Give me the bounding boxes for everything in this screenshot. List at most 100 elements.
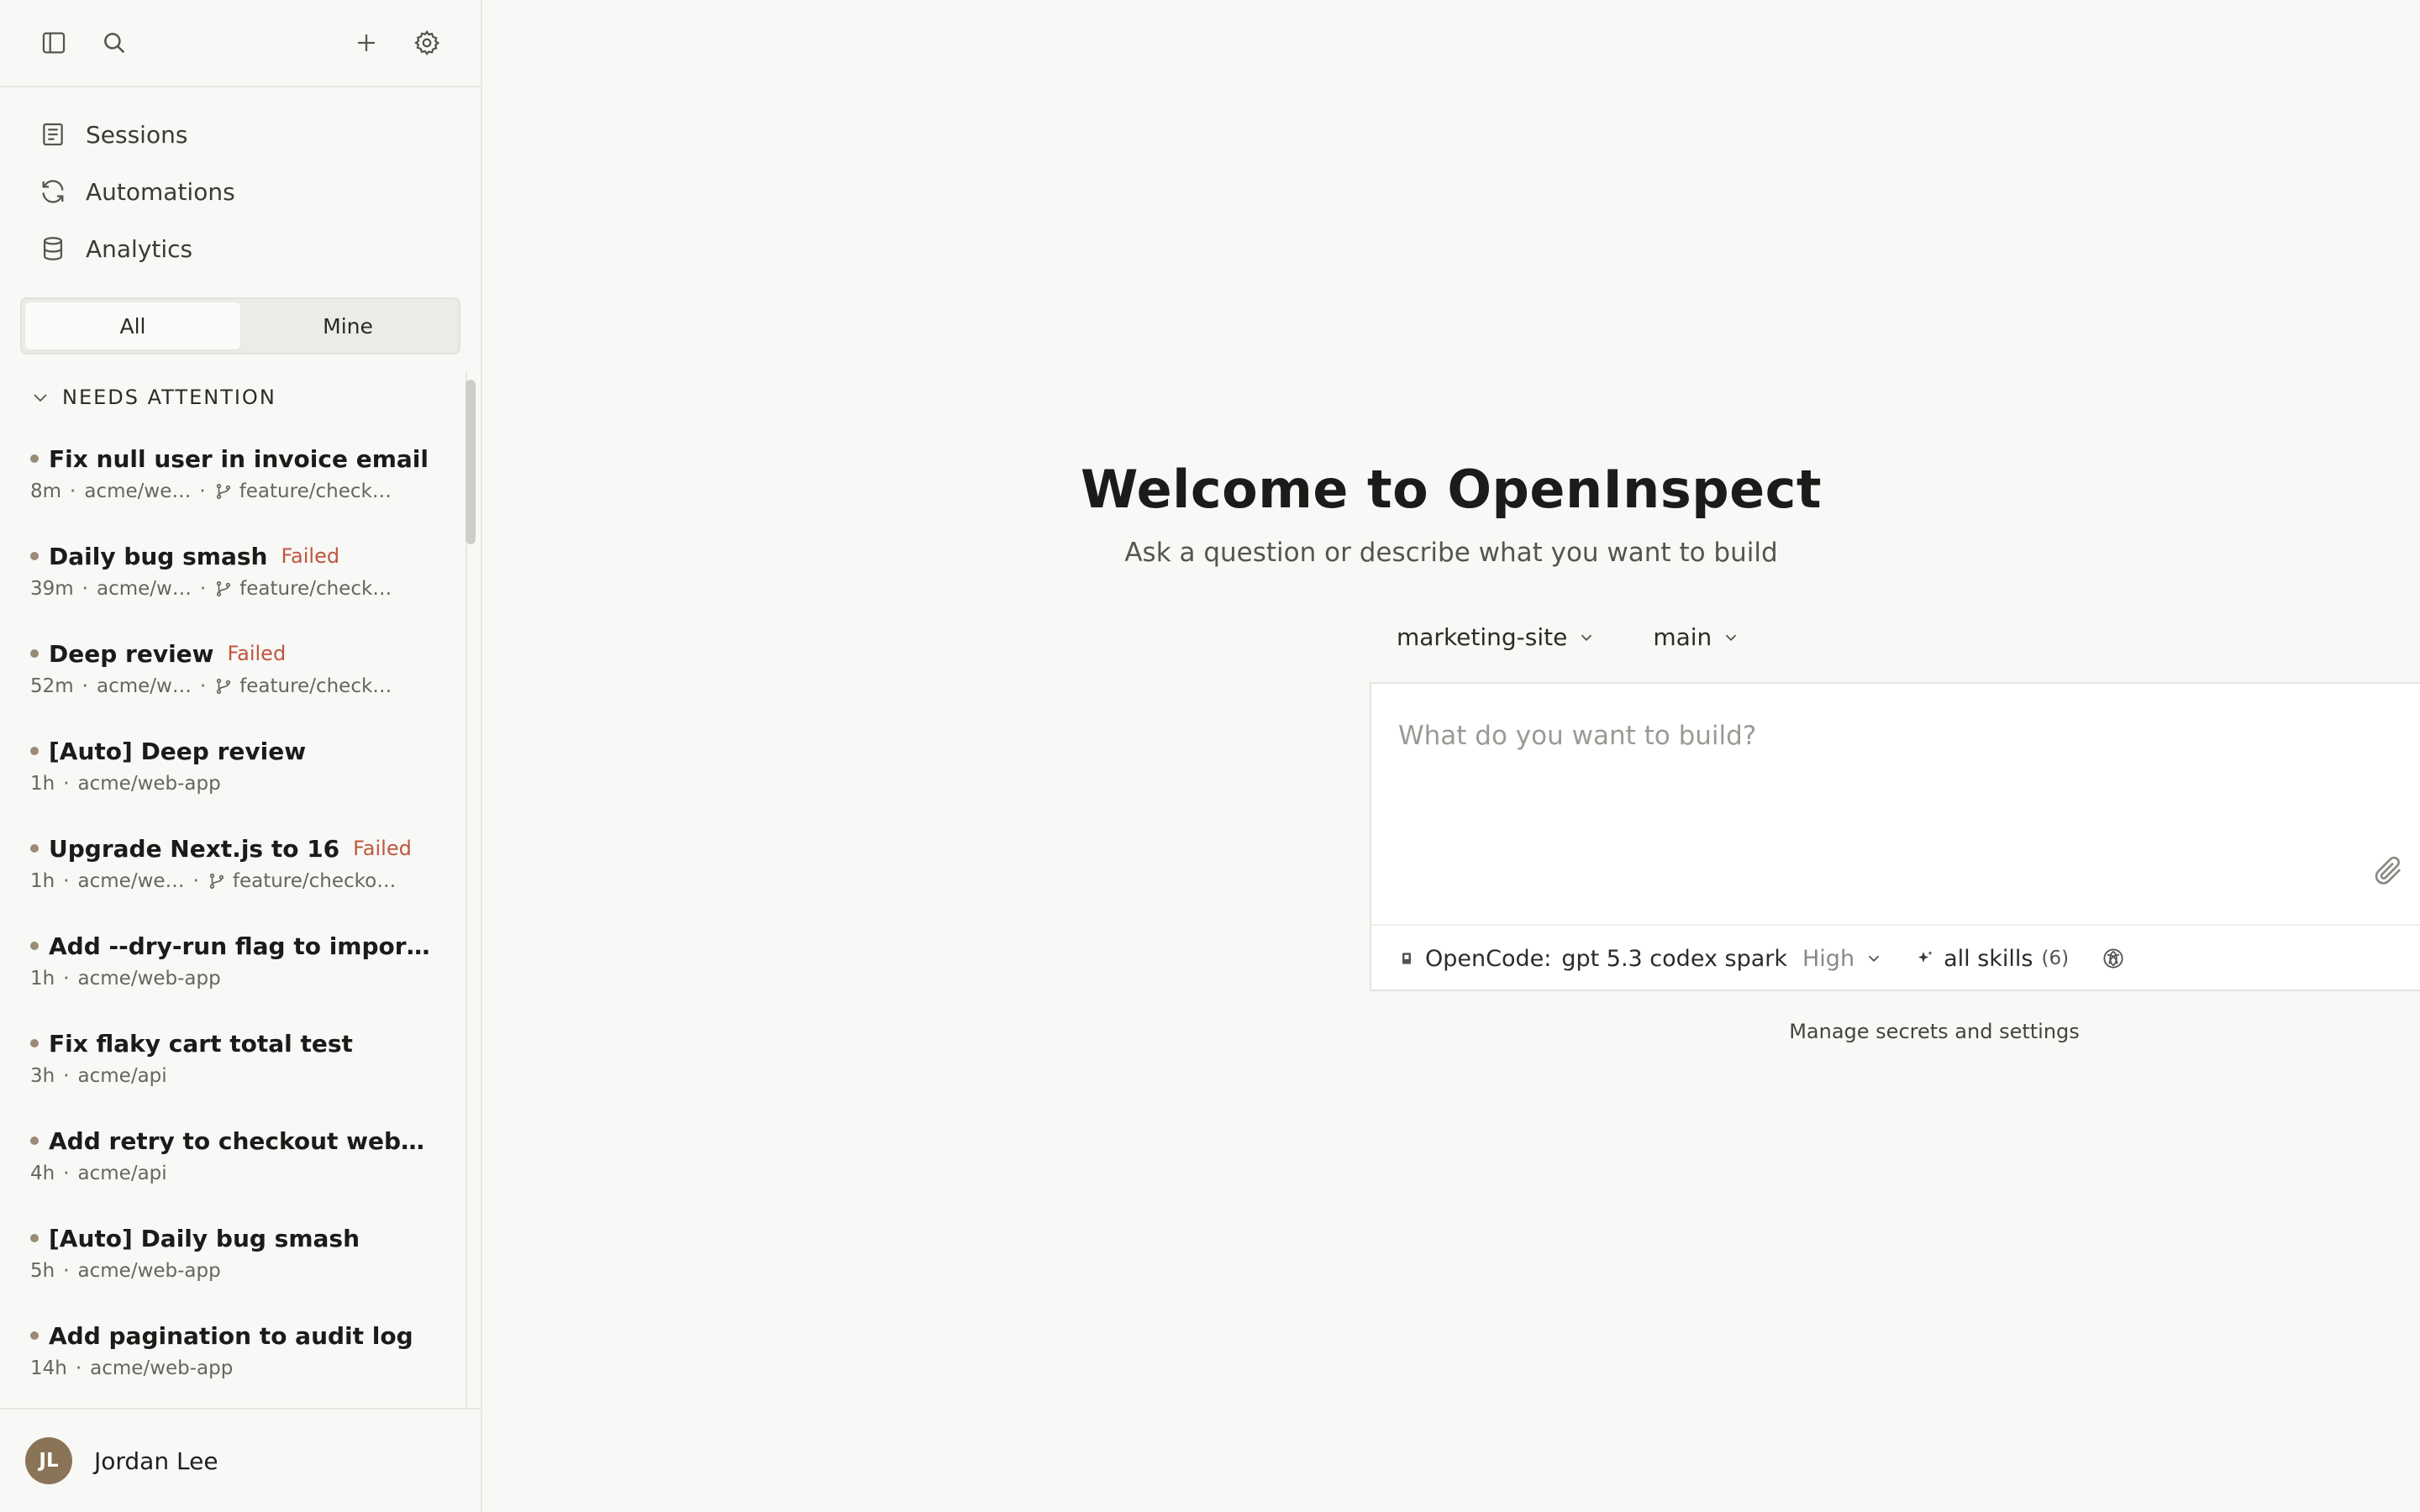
session-repo: acme/web-app [90, 1357, 234, 1379]
branch-label: feature/check… [239, 578, 392, 600]
session-item[interactable]: Upgrade Next.js to 16 Failed 1h · acme/we… · f… [30, 830, 450, 927]
filter-all-button[interactable]: All [25, 302, 240, 349]
model-selector[interactable]: OpenCode: gpt 5.3 codex spark High [1398, 946, 1883, 972]
session-title: Fix null user in invoice email [49, 444, 429, 473]
git-branch-icon [216, 678, 231, 695]
session-repo: acme/api [77, 1065, 167, 1087]
search-icon [104, 33, 125, 54]
separator-dot: · [63, 1065, 70, 1087]
status-dot [30, 1039, 39, 1047]
user-profile[interactable]: JL Jordan Lee [0, 1408, 481, 1512]
search-button[interactable] [94, 23, 134, 63]
session-meta: 1h · acme/web-app [30, 964, 450, 993]
session-title: Upgrade Next.js to 16 [49, 834, 340, 863]
manage-settings-link[interactable]: Manage secrets and settings [1370, 1020, 2420, 1043]
session-title-row: Fix null user in invoice email [30, 440, 450, 477]
separator-dot: · [75, 1357, 82, 1379]
chevron-down-icon [34, 394, 47, 402]
session-item[interactable]: Add retry to checkout web… 4h · acme/api [30, 1122, 450, 1220]
session-time: 1h [30, 870, 55, 892]
session-meta: 14h · acme/web-app [30, 1354, 450, 1383]
session-title: [Auto] Daily bug smash [49, 1224, 360, 1252]
session-item[interactable]: Fix null user in invoice email 8m · acme/we… [30, 440, 450, 538]
session-meta: 3h · acme/api [30, 1062, 450, 1090]
session-time: 1h [30, 773, 55, 795]
branch-label: feature/check… [239, 675, 392, 697]
filter-mine-button[interactable]: Mine [240, 302, 455, 349]
sessions-list: Fix null user in invoice email 8m · acme/we… [0, 440, 481, 1408]
status-dot [30, 747, 39, 755]
page-subtitle: Ask a question or describe what you want… [1124, 538, 1778, 568]
session-title: Add pagination to audit log [49, 1321, 413, 1350]
session-time: 4h [30, 1163, 55, 1184]
session-item[interactable]: Add --dry-run flag to impor… 1h · acme/web-… [30, 927, 450, 1025]
session-repo: acme/api [77, 1163, 167, 1184]
needs-attention-header[interactable]: NEEDS ATTENTION [0, 376, 481, 418]
session-item[interactable]: Fix flaky cart total test 3h · acme/api [30, 1025, 450, 1122]
chevron-down-icon [1868, 955, 1880, 963]
session-meta: 4h · acme/api [30, 1159, 450, 1188]
session-title: Add --dry-run flag to impor… [49, 932, 430, 960]
status-dot [30, 1331, 39, 1340]
session-item[interactable]: Add pagination to audit log 14h · acme/web-… [30, 1317, 450, 1408]
repo-name: marketing-site [1397, 623, 1568, 651]
session-repo: acme/we… [77, 870, 185, 892]
separator-dot: · [199, 675, 207, 697]
repo-selector[interactable]: marketing-site [1370, 623, 1623, 651]
openai-icon [2103, 948, 2123, 969]
branch-label: feature/checko… [232, 870, 397, 892]
user-name: Jordan Lee [94, 1446, 218, 1475]
branch-selector[interactable]: main [1653, 623, 1767, 651]
git-branch-icon [209, 873, 224, 890]
session-repo: acme/web-app [77, 1260, 221, 1282]
session-branch: feature/check… [214, 480, 392, 502]
nav-item-sessions[interactable]: Sessions [20, 106, 460, 163]
status-badge: Failed [353, 837, 412, 860]
composer: OpenCode: gpt 5.3 codex spark High all s… [1370, 682, 2420, 991]
status-dot [30, 552, 39, 560]
session-item[interactable]: Daily bug smash Failed 39m · acme/w… · feature… [30, 538, 450, 635]
session-meta: 39m · acme/w… · feature/check… [30, 575, 450, 603]
session-meta: 8m · acme/we… · feature/check… [30, 477, 450, 506]
context-selectors: marketing-site main [1370, 623, 1767, 651]
branch-label: feature/check… [239, 480, 392, 502]
nav-item-automations[interactable]: Automations [20, 163, 460, 220]
git-branch-icon [216, 483, 230, 500]
separator-dot: · [70, 480, 76, 502]
plus-icon [358, 34, 375, 51]
status-dot [30, 942, 39, 950]
git-branch-icon [216, 580, 231, 597]
settings-button[interactable] [407, 23, 447, 63]
sidebar-nav: Sessions Automations Analytics [0, 87, 481, 277]
separator-dot: · [63, 1163, 70, 1184]
session-title-row: Add pagination to audit log [30, 1317, 450, 1354]
session-title-row: Deep review Failed [30, 635, 450, 672]
session-time: 1h [30, 968, 55, 990]
session-meta: 1h · acme/we… · feature/checko… [30, 867, 450, 895]
session-time: 8m [30, 480, 62, 502]
separator-dot: · [192, 870, 199, 892]
session-item[interactable]: Deep review Failed 52m · acme/w… · feature/che… [30, 635, 450, 732]
toggle-sidebar-button[interactable] [34, 23, 74, 63]
branch-name: main [1653, 623, 1712, 651]
provider-button[interactable] [2101, 944, 2129, 973]
session-item[interactable]: [Auto] Daily bug smash 5h · acme/web-app [30, 1220, 450, 1317]
sparkle-icon [1918, 951, 1933, 963]
skills-selector[interactable]: all skills (6) [1915, 946, 2069, 972]
avatar[interactable]: JL [25, 1437, 72, 1484]
session-title-row: Daily bug smash Failed [30, 538, 450, 575]
attach-button[interactable] [2371, 853, 2412, 894]
session-branch: feature/check… [214, 675, 392, 697]
session-title-row: Fix flaky cart total test [30, 1025, 450, 1062]
model-level: High [1802, 945, 1855, 972]
sidebar-toolbar [0, 0, 481, 87]
nav-item-analytics[interactable]: Analytics [20, 220, 460, 277]
session-item[interactable]: [Auto] Deep review 1h · acme/web-app [30, 732, 450, 830]
prompt-input[interactable] [1398, 711, 2407, 761]
session-title-row: [Auto] Deep review [30, 732, 450, 769]
session-branch: feature/checko… [208, 870, 396, 892]
new-session-button[interactable] [346, 23, 387, 63]
scrollbar-thumb[interactable] [466, 380, 476, 544]
session-title: Deep review [49, 639, 214, 668]
nav-item-label: Analytics [86, 234, 193, 263]
